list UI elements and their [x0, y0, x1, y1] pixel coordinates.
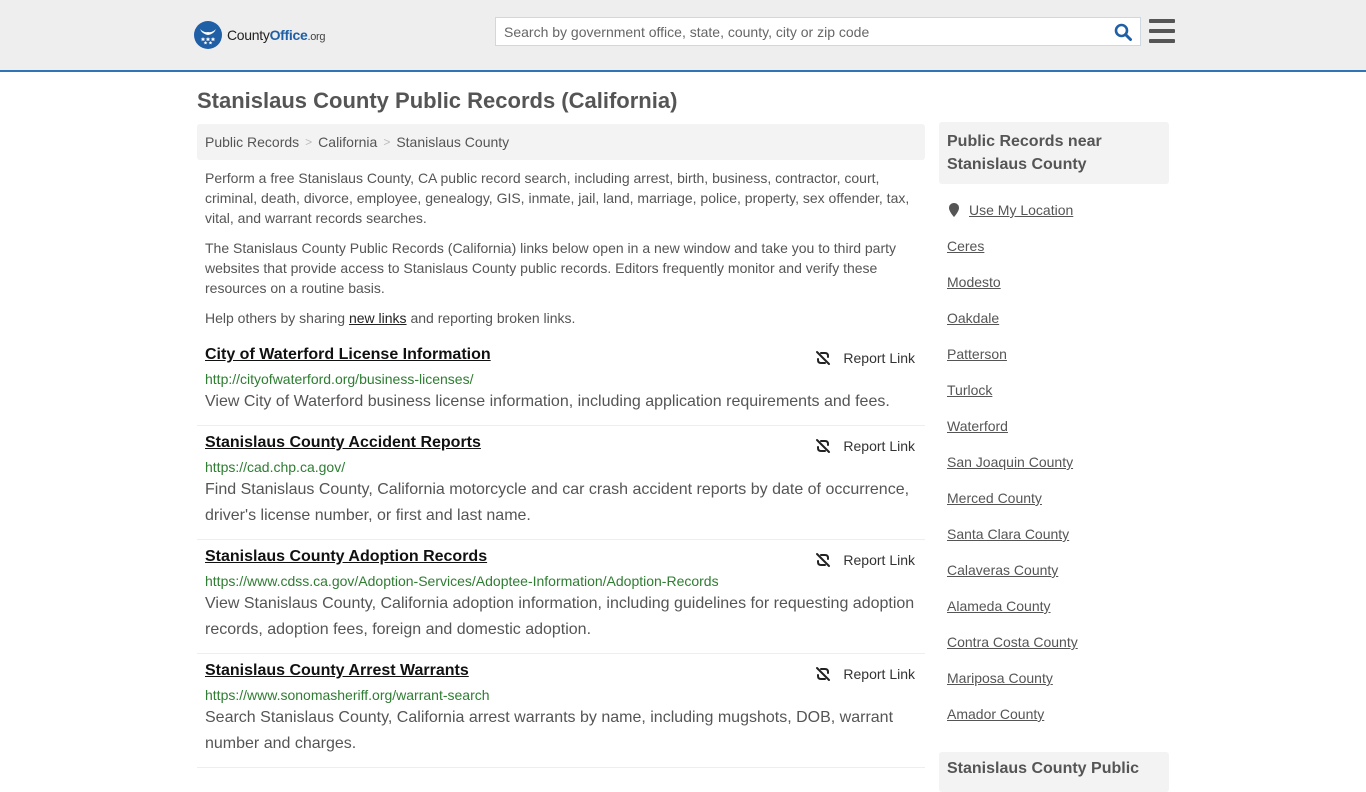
- record-item: Stanislaus County Arrest Warrants Report…: [197, 654, 925, 768]
- use-my-location[interactable]: Use My Location: [947, 192, 1161, 228]
- records-list: City of Waterford License Information Re…: [197, 338, 925, 768]
- search-bar: [495, 17, 1141, 46]
- logo-county-text: County: [227, 27, 270, 43]
- menu-bar: [1149, 39, 1175, 43]
- nearby-item: Turlock: [947, 372, 1161, 408]
- sidebar: Public Records near Stanislaus County Us…: [939, 122, 1169, 792]
- nearby-item: Ceres: [947, 228, 1161, 264]
- nearby-link-oakdale[interactable]: Oakdale: [947, 310, 999, 326]
- eagle-stars-badge-icon: [194, 21, 222, 49]
- nearby-list: Use My Location Ceres Modesto Oakdale Pa…: [939, 184, 1169, 740]
- intro-paragraph-3: Help others by sharing new links and rep…: [205, 308, 917, 328]
- intro-paragraph-1: Perform a free Stanislaus County, CA pub…: [205, 170, 910, 226]
- record-title-link[interactable]: Stanislaus County Adoption Records: [205, 548, 487, 566]
- record-title-link[interactable]: City of Waterford License Information: [205, 346, 491, 364]
- menu-bar: [1149, 19, 1175, 23]
- nearby-link-amador-county[interactable]: Amador County: [947, 706, 1044, 722]
- main-content: Public Records > California > Stanislaus…: [197, 124, 925, 768]
- nearby-item: Alameda County: [947, 588, 1161, 624]
- site-logo[interactable]: CountyOffice.org: [194, 21, 326, 49]
- search-input[interactable]: [496, 18, 1106, 45]
- breadcrumb-separator: >: [305, 135, 313, 149]
- nearby-link-contra-costa-county[interactable]: Contra Costa County: [947, 634, 1078, 650]
- report-link-label: Report Link: [843, 666, 915, 682]
- record-url: http://cityofwaterford.org/business-lice…: [205, 371, 474, 387]
- nearby-link-patterson[interactable]: Patterson: [947, 346, 1007, 362]
- nearby-link-ceres[interactable]: Ceres: [947, 238, 984, 254]
- logo-office-text: Office: [269, 27, 308, 43]
- intro-text-before: Help others by sharing: [205, 310, 349, 326]
- logo-tld-text: .org: [307, 31, 326, 43]
- breadcrumb-current: Stanislaus County: [396, 134, 510, 150]
- record-item: Stanislaus County Adoption Records Repor…: [197, 540, 925, 654]
- broken-link-icon: [816, 439, 831, 453]
- use-my-location-link[interactable]: Use My Location: [969, 202, 1073, 218]
- search-icon: [1114, 23, 1132, 41]
- broken-link-icon: [816, 553, 831, 567]
- report-link-button[interactable]: Report Link: [815, 666, 915, 682]
- nearby-link-santa-clara-county[interactable]: Santa Clara County: [947, 526, 1069, 542]
- breadcrumb-public-records[interactable]: Public Records: [205, 134, 299, 150]
- breadcrumb-california[interactable]: California: [318, 134, 377, 150]
- intro-text: Perform a free Stanislaus County, CA pub…: [197, 160, 925, 328]
- map-marker-icon: [949, 203, 959, 217]
- nearby-item: Calaveras County: [947, 552, 1161, 588]
- nearby-item: Merced County: [947, 480, 1161, 516]
- record-item: City of Waterford License Information Re…: [197, 338, 925, 426]
- intro-text-after: and reporting broken links.: [406, 310, 576, 326]
- nearby-item: Amador County: [947, 696, 1161, 732]
- nearby-item: San Joaquin County: [947, 444, 1161, 480]
- new-links-link[interactable]: new links: [349, 310, 407, 326]
- nearby-link-turlock[interactable]: Turlock: [947, 382, 992, 398]
- search-button[interactable]: [1106, 18, 1140, 45]
- hamburger-menu-icon[interactable]: [1149, 19, 1175, 43]
- menu-bar: [1149, 29, 1175, 33]
- record-url: https://www.sonomasheriff.org/warrant-se…: [205, 687, 490, 703]
- nearby-link-alameda-county[interactable]: Alameda County: [947, 598, 1051, 614]
- nearby-link-mariposa-county[interactable]: Mariposa County: [947, 670, 1053, 686]
- report-link-button[interactable]: Report Link: [815, 438, 915, 454]
- nearby-item: Modesto: [947, 264, 1161, 300]
- nearby-link-san-joaquin-county[interactable]: San Joaquin County: [947, 454, 1073, 470]
- sidebar-heading: Public Records near Stanislaus County: [939, 122, 1169, 184]
- nearby-link-modesto[interactable]: Modesto: [947, 274, 1001, 290]
- nearby-item: Santa Clara County: [947, 516, 1161, 552]
- logo-wordmark: CountyOffice.org: [227, 27, 326, 43]
- nearby-item: Contra Costa County: [947, 624, 1161, 660]
- report-link-label: Report Link: [843, 552, 915, 568]
- record-description: Find Stanislaus County, California motor…: [205, 481, 910, 524]
- report-link-button[interactable]: Report Link: [815, 552, 915, 568]
- nearby-item: Mariposa County: [947, 660, 1161, 696]
- record-description: Search Stanislaus County, California arr…: [205, 709, 894, 752]
- nearby-item: Waterford: [947, 408, 1161, 444]
- record-title-link[interactable]: Stanislaus County Accident Reports: [205, 434, 481, 452]
- record-url: https://cad.chp.ca.gov/: [205, 459, 346, 475]
- sidebar-heading-2: Stanislaus County Public: [939, 752, 1169, 792]
- intro-paragraph-2: The Stanislaus County Public Records (Ca…: [205, 240, 897, 296]
- report-link-button[interactable]: Report Link: [815, 350, 915, 366]
- breadcrumb: Public Records > California > Stanislaus…: [197, 124, 925, 160]
- nearby-link-merced-county[interactable]: Merced County: [947, 490, 1042, 506]
- record-url: https://www.cdss.ca.gov/Adoption-Service…: [205, 573, 719, 589]
- broken-link-icon: [816, 351, 831, 365]
- report-link-label: Report Link: [843, 350, 915, 366]
- nearby-link-calaveras-county[interactable]: Calaveras County: [947, 562, 1058, 578]
- record-description: View City of Waterford business license …: [205, 393, 890, 410]
- report-link-label: Report Link: [843, 438, 915, 454]
- record-title-link[interactable]: Stanislaus County Arrest Warrants: [205, 662, 469, 680]
- site-header: CountyOffice.org: [0, 0, 1366, 72]
- broken-link-icon: [816, 667, 831, 681]
- nearby-link-waterford[interactable]: Waterford: [947, 418, 1008, 434]
- record-description: View Stanislaus County, California adopt…: [205, 595, 915, 638]
- page-title: Stanislaus County Public Records (Califo…: [197, 88, 678, 113]
- record-item: Stanislaus County Accident Reports Repor…: [197, 426, 925, 540]
- breadcrumb-separator: >: [383, 135, 391, 149]
- nearby-item: Patterson: [947, 336, 1161, 372]
- nearby-item: Oakdale: [947, 300, 1161, 336]
